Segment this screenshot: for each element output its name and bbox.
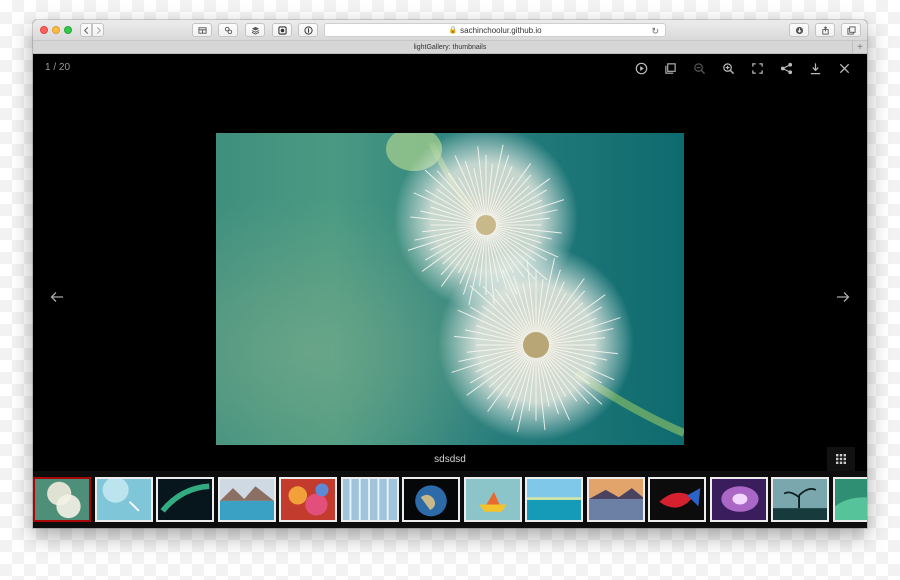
chevron-right-icon xyxy=(96,26,101,34)
grid-icon xyxy=(836,454,846,464)
forward-button[interactable] xyxy=(92,23,104,37)
thumbnail-image xyxy=(96,479,151,520)
prev-slide-button[interactable] xyxy=(49,290,65,304)
thumbnail-image xyxy=(342,479,397,520)
next-slide-button[interactable] xyxy=(835,290,851,304)
tab-bar: lightGallery: thumbnails + xyxy=(33,41,867,54)
toggle-thumbnails-button[interactable] xyxy=(656,61,685,75)
sidebar-icon xyxy=(197,26,207,34)
thumbnail-image xyxy=(281,479,335,520)
tab-title[interactable]: lightGallery: thumbnails xyxy=(414,44,487,51)
fullscreen-button[interactable] xyxy=(743,61,772,75)
back-button[interactable] xyxy=(80,23,92,37)
record-icon xyxy=(277,25,287,35)
thumbnail-purple-galaxy[interactable] xyxy=(709,477,768,522)
address-bar[interactable]: 🔒 sachinchoolur.github.io ↻ xyxy=(324,23,666,37)
close-icon xyxy=(839,63,850,73)
thumbnail-betta-fish[interactable] xyxy=(648,477,706,522)
thumbnail-mountain-lake[interactable] xyxy=(217,477,276,522)
lightgallery-viewer: 1 / 20 sdsdsd xyxy=(33,54,867,528)
download-circle-icon xyxy=(795,26,803,34)
thumbnail-image xyxy=(219,479,274,520)
thumbnail-dandelion[interactable] xyxy=(33,477,91,522)
sidebar-button[interactable] xyxy=(192,23,212,37)
thumbnail-grid-toggle[interactable] xyxy=(827,447,855,471)
gallery-toolbar xyxy=(627,61,859,75)
address-text: sachinchoolur.github.io xyxy=(460,25,542,35)
thumbnail-sunset-lake[interactable] xyxy=(586,477,645,522)
zoom-out-button[interactable] xyxy=(685,61,714,75)
close-window-button[interactable] xyxy=(40,26,48,34)
thumbnail-image xyxy=(711,479,766,520)
layers-icon xyxy=(251,26,259,35)
thumbnail-earth[interactable] xyxy=(402,477,460,522)
chevron-left-icon xyxy=(83,26,88,34)
thumbnail-lagoon[interactable] xyxy=(525,477,583,522)
thumbnail-feather-sky[interactable] xyxy=(94,477,153,522)
browser-window: 🔒 sachinchoolur.github.io ↻ lightGallery… xyxy=(33,20,867,528)
fullscreen-thumbs-icon xyxy=(665,62,676,74)
thumbnail-icicles[interactable] xyxy=(340,477,399,522)
browser-toolbar: 🔒 sachinchoolur.github.io ↻ xyxy=(33,20,867,41)
downloads-button[interactable] xyxy=(789,23,809,37)
thumbnail-image xyxy=(650,479,704,520)
extension-info-button[interactable] xyxy=(298,23,318,37)
tabs-icon xyxy=(846,25,856,35)
extension-layers-button[interactable] xyxy=(245,23,265,37)
zoom-in-icon xyxy=(723,62,735,74)
thumbnail-image xyxy=(527,479,581,520)
zoom-in-button[interactable] xyxy=(714,61,743,75)
share-browser-button[interactable] xyxy=(815,23,835,37)
thumbnail-aurora[interactable] xyxy=(156,477,214,522)
share-icon xyxy=(780,62,793,74)
thumbnail-strip xyxy=(33,471,867,528)
arrow-right-icon xyxy=(837,292,850,302)
thumbnail-tree-silhouette[interactable] xyxy=(771,477,829,522)
thumbnail-paper-boat[interactable] xyxy=(463,477,522,522)
share-button[interactable] xyxy=(772,61,801,75)
link-icon xyxy=(224,26,232,34)
info-icon xyxy=(303,25,313,35)
zoom-window-button[interactable] xyxy=(64,26,72,34)
thumbnail-image xyxy=(773,479,827,520)
thumbnail-image xyxy=(35,479,89,520)
download-icon xyxy=(810,62,821,74)
thumbnail-image xyxy=(834,479,867,520)
slide-counter: 1 / 20 xyxy=(45,62,71,73)
new-tab-button[interactable]: + xyxy=(852,41,867,53)
thumbnail-image xyxy=(404,479,458,520)
main-slide-image[interactable] xyxy=(216,133,684,445)
zoom-out-icon xyxy=(694,62,706,74)
thumbnail-image xyxy=(465,479,520,520)
thumbnail-green-wave[interactable] xyxy=(832,477,867,522)
arrow-left-icon xyxy=(50,292,63,302)
minimize-window-button[interactable] xyxy=(52,26,60,34)
thumbnail-image xyxy=(158,479,212,520)
lock-icon: 🔒 xyxy=(448,27,458,34)
share-sheet-icon xyxy=(821,25,829,35)
slide-caption: sdsdsd xyxy=(434,454,466,465)
extension-link-button[interactable] xyxy=(218,23,238,37)
expand-icon xyxy=(752,62,763,74)
reload-icon[interactable]: ↻ xyxy=(651,26,659,37)
extension-record-button[interactable] xyxy=(272,23,292,37)
autoplay-button[interactable] xyxy=(627,61,656,75)
thumbnail-image xyxy=(588,479,643,520)
download-button[interactable] xyxy=(801,61,830,75)
play-icon xyxy=(635,62,648,74)
tabs-overview-button[interactable] xyxy=(841,23,861,37)
thumbnail-coral-colors[interactable] xyxy=(279,477,337,522)
dandelion-photo xyxy=(216,133,684,445)
close-gallery-button[interactable] xyxy=(830,61,859,75)
